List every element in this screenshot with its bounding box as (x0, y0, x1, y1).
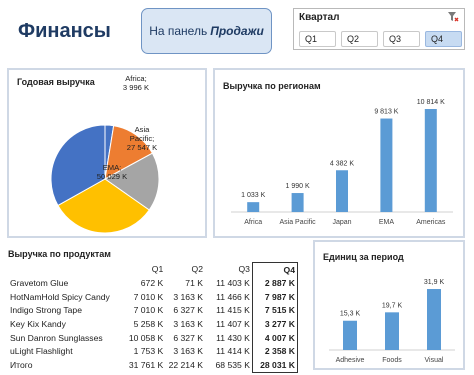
bar-category-label: Adhesive (336, 357, 365, 364)
cell-q2: 6 327 K (173, 305, 203, 316)
product-name: uLight Flashlight (10, 346, 73, 357)
cell-q3: 11 415 K (216, 305, 250, 316)
nav-button-target: Продажи (210, 24, 264, 38)
col-q3: Q3 (238, 264, 250, 275)
product-name: Итого (10, 360, 33, 371)
table-total-row: Итого 31 761 K 22 214 K 68 535 K 28 031 K (8, 358, 299, 373)
quarter-slicer: Квартал Q1 Q2 Q3 Q4 (293, 8, 465, 50)
page-title: Финансы (18, 20, 111, 42)
pie-label-americas: Americas; 51 658 K (19, 125, 53, 143)
cell-q4: 7 515 K (251, 303, 299, 318)
col-q1: Q1 (151, 264, 164, 275)
bar-asia-pacific (291, 193, 304, 212)
region-bar-chart: 1 033 K Africa 1 990 K Asia Pacific 4 382 K J… (231, 99, 453, 226)
cell-q1: 5 258 K (133, 319, 164, 330)
cell-q1: 1 753 K (133, 346, 164, 357)
bar-value-label: 10 814 K (417, 99, 445, 106)
pie-label-africa: Africa; 3 996 K (123, 74, 149, 92)
bar-category-label: Foods (382, 357, 402, 364)
bar-category-label: Japan (332, 219, 351, 226)
bar-value-label: 4 382 K (330, 160, 354, 167)
bar-value-label: 31,9 K (424, 279, 445, 286)
cell-q3: 11 466 K (216, 291, 250, 302)
cell-q4: 28 031 K (251, 358, 299, 373)
cell-q2: 3 163 K (173, 291, 203, 302)
cell-q2: 3 163 K (173, 346, 203, 357)
bar-adhesive (343, 320, 357, 350)
cell-q1: 31 761 K (128, 360, 164, 371)
bar-value-label: 15,3 K (340, 311, 361, 318)
cell-q4: 4 007 K (251, 330, 299, 345)
product-name: HotNamHold Spicy Candy (10, 291, 110, 302)
cell-q3: 11 430 K (216, 332, 250, 343)
cell-q1: 7 010 K (133, 291, 164, 302)
bar-americas (424, 109, 437, 212)
bar-visual (427, 289, 441, 350)
bar-value-label: 19,7 K (382, 302, 403, 309)
cell-q2: 71 K (185, 278, 203, 289)
cell-q3: 11 407 K (216, 319, 250, 330)
bar-africa (247, 202, 260, 212)
table-row: Indigo Strong Tape 7 010 K 6 327 K 11 415 K… (8, 303, 299, 318)
nav-to-sales-button[interactable]: На панель Продажи (141, 8, 272, 54)
cell-q4: 3 277 K (251, 317, 299, 331)
bar-value-label: 1 990 K (286, 183, 310, 190)
bar-ema (380, 118, 393, 212)
cell-q3: 11 414 K (216, 346, 250, 357)
bar-value-label: 9 813 K (374, 109, 398, 116)
slicer-item-q3[interactable]: Q3 (383, 31, 420, 47)
region-revenue-panel: Выручка по регионам 1 033 K Africa 1 990 K… (213, 68, 465, 238)
col-q4: Q4 (251, 262, 299, 277)
slicer-title: Квартал (299, 12, 340, 23)
cell-q2: 22 214 K (168, 360, 203, 371)
bar-category-label: Asia Pacific (280, 219, 317, 226)
pie-label-asia-pacific: Asia Pacific; 27 547 K (127, 125, 157, 152)
table-row: HotNamHold Spicy Candy 7 010 K 3 163 K 11 4… (8, 289, 299, 304)
product-name: Indigo Strong Tape (10, 305, 82, 316)
pie-chart: Africa; 3 996 K Japan; 22 568 K Asia Pacific;… (19, 74, 160, 234)
col-q2: Q2 (191, 264, 203, 275)
sales-table-title: Выручка по продуктам (8, 249, 111, 259)
bar-value-label: 1 033 K (241, 192, 265, 199)
cell-q1: 10 058 K (128, 332, 164, 343)
table-row: Gravetom Glue 672 K 71 K 11 403 K2 887 K (8, 276, 299, 290)
cell-q4: 2 358 K (251, 344, 299, 359)
slicer-item-q2[interactable]: Q2 (341, 31, 378, 47)
product-name: Gravetom Glue (10, 278, 69, 289)
table-row: Sun Danron Sunglasses 10 058 K 6 327 K 11 4… (8, 330, 299, 345)
cell-q1: 7 010 K (133, 305, 164, 316)
bar-category-label: EMA (379, 219, 395, 226)
table-row: uLight Flashlight 1 753 K 3 163 K 11 414 K2… (8, 344, 299, 359)
cell-q3: 11 403 K (216, 278, 250, 289)
units-bar-chart: 15,3 K Adhesive 19,7 K Foods 31,9 K Visual (329, 279, 455, 364)
cell-q1: 672 K (140, 278, 164, 289)
cell-q3: 68 535 K (215, 360, 250, 371)
bar-category-label: Africa (244, 219, 262, 226)
bar-japan (336, 170, 348, 212)
clear-filter-icon[interactable] (447, 11, 459, 23)
slicer-item-q1[interactable]: Q1 (299, 31, 336, 47)
slicer-item-q4[interactable]: Q4 (425, 31, 462, 47)
cell-q4: 2 887 K (251, 276, 299, 290)
table-row: Key Kix Kandy 5 258 K 3 163 K 11 407 K3 277… (8, 317, 299, 331)
cell-q2: 3 163 K (173, 319, 203, 330)
product-name: Key Kix Kandy (10, 319, 66, 330)
bar-foods (385, 312, 399, 350)
table-header-row: Q1 Q2 Q3 Q4 (8, 262, 299, 277)
units-panel: Единиц за период 15,3 K Adhesive 19,7 K Foo… (313, 240, 465, 370)
bar-category-label: Americas (416, 219, 446, 226)
product-sales-table: Выручка по продуктам Q1 Q2 Q3 Q4 Graveto… (8, 249, 299, 373)
pie-label-japan: Japan; 22 568 K (119, 95, 149, 113)
bar-category-label: Visual (425, 357, 444, 364)
cell-q2: 6 327 K (173, 332, 203, 343)
nav-button-prefix: На панель (149, 24, 208, 38)
cell-q4: 7 987 K (251, 289, 299, 304)
product-name: Sun Danron Sunglasses (10, 332, 103, 343)
annual-revenue-panel: Годовая выручка Africa; 3 996 K Japan; 22 5… (7, 68, 207, 238)
